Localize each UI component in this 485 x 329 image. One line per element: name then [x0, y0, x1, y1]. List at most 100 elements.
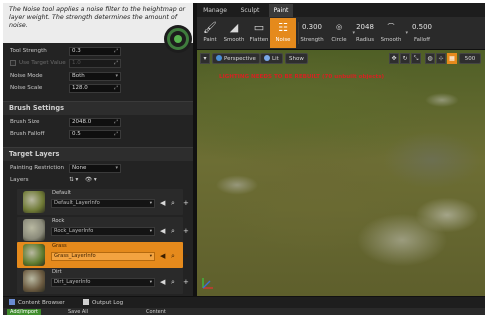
falloff-control[interactable]: 0.500 Falloff — [409, 18, 435, 43]
use-target-value-field: 1.0 ⤢ — [69, 59, 121, 68]
spin-arrow-icon: ⤢ — [113, 85, 118, 91]
show-label: Show — [289, 56, 304, 62]
target-layers-header[interactable]: Target Layers — [3, 147, 193, 161]
layer-thumbnail — [23, 270, 45, 292]
noise-icon: ☷ — [278, 21, 288, 34]
noise-tool-button[interactable]: ☷ Noise — [270, 18, 296, 48]
strength-label: Strength — [300, 37, 324, 43]
painting-restriction-row: Painting Restriction None ▾ — [3, 163, 193, 174]
use-selected-asset-icon[interactable]: ◀ — [160, 252, 165, 260]
perspective-button[interactable]: Perspective — [212, 53, 260, 64]
bottom-dock-tabs: Content Browser Output Log — [3, 296, 485, 308]
layer-info-value: Dirt_LayerInfo — [54, 279, 91, 285]
chevron-down-icon: ▾ — [149, 201, 152, 206]
surface-snap-icon[interactable]: ⊹ — [436, 53, 446, 64]
layer-item[interactable]: Rock Rock_LayerInfo ▾ ◀ ⌕ + — [17, 217, 189, 243]
radius-label: Radius — [355, 37, 375, 43]
layer-info-dropdown[interactable]: Rock_LayerInfo ▾ — [51, 227, 155, 236]
add-layer-info-icon[interactable]: + — [183, 252, 189, 260]
brush-falloff-field[interactable]: 0.5 ⤢ — [69, 130, 121, 139]
translate-icon[interactable]: ✥ — [389, 53, 399, 64]
layer-item[interactable]: Dirt Dirt_LayerInfo ▾ ◀ ⌕ + — [17, 268, 189, 294]
flatten-tool-button[interactable]: ▭ Flatten — [246, 18, 272, 48]
add-layer-info-icon[interactable]: + — [183, 227, 189, 235]
radius-control[interactable]: 2048 Radius — [354, 18, 376, 43]
browse-asset-icon[interactable]: ⌕ — [171, 199, 175, 207]
noise-mode-value: Both — [72, 73, 85, 79]
paint-tools-toolbar: 🖌 Paint ◢ Smooth ▭ Flatten ☷ Noise 0.300 Stre… — [197, 17, 485, 50]
layer-thumbnail — [23, 244, 45, 266]
strength-control[interactable]: 0.300 Strength — [299, 18, 325, 43]
layer-info-dropdown[interactable]: Dirt_LayerInfo ▾ — [51, 278, 155, 287]
layer-name: Default — [52, 190, 71, 196]
brush-settings-header[interactable]: Brush Settings — [3, 101, 193, 115]
use-selected-asset-icon[interactable]: ◀ — [160, 199, 165, 207]
sort-layers-icon[interactable]: ⇅ ▾ — [69, 175, 78, 186]
camera-icon — [216, 55, 222, 61]
radius-value: 2048 — [356, 23, 374, 31]
smooth-falloff-control[interactable]: ⌒ Smooth ▾ — [379, 18, 408, 43]
noise-mode-row: Noise Mode Both ▾ — [3, 71, 193, 82]
world-icon[interactable]: ◍ — [425, 53, 435, 64]
noise-mode-label: Noise Mode — [10, 73, 43, 79]
browse-asset-icon[interactable]: ⌕ — [171, 278, 175, 286]
chevron-down-icon: ▾ — [149, 280, 152, 285]
add-layer-info-icon[interactable]: + — [183, 199, 189, 207]
noise-mode-dropdown[interactable]: Both ▾ — [69, 72, 121, 81]
use-target-value-checkbox[interactable] — [10, 60, 16, 66]
layer-info-dropdown[interactable]: Grass_LayerInfo ▾ — [51, 252, 155, 261]
use-target-value-value: 1.0 — [72, 60, 81, 66]
noise-scale-value: 128.0 — [72, 85, 88, 91]
add-import-button[interactable]: Add/Import — [7, 309, 41, 315]
layer-thumbnail — [23, 191, 45, 213]
scale-icon[interactable]: ⤡ — [411, 53, 421, 64]
spin-arrow-icon: ⤢ — [113, 60, 118, 66]
tab-sculpt[interactable]: Sculpt — [237, 4, 263, 17]
layer-item[interactable]: Default Default_LayerInfo ▾ ◀ ⌕ + — [17, 189, 189, 215]
save-all-button[interactable]: Save All — [65, 309, 91, 315]
output-log-icon — [83, 299, 89, 305]
brush-size-row: Brush Size 2048.0 ⤢ — [3, 117, 193, 128]
brush-falloff-value: 0.5 — [72, 131, 81, 137]
brush-size-field[interactable]: 2048.0 ⤢ — [69, 118, 121, 127]
spin-arrow-icon: ⤢ — [113, 48, 118, 54]
paint-tool-button[interactable]: 🖌 Paint — [197, 18, 223, 48]
smooth-tool-button[interactable]: ◢ Smooth — [221, 18, 247, 48]
lit-button[interactable]: Lit — [260, 53, 283, 64]
brush-size-label: Brush Size — [10, 119, 40, 125]
grid-snap-icon[interactable]: ▦ — [447, 53, 457, 64]
chevron-down-icon: ▾ — [405, 30, 408, 36]
smooth-falloff-label: Smooth — [380, 37, 402, 43]
flatten-icon: ▭ — [253, 21, 265, 34]
noise-scale-field[interactable]: 128.0 ⤢ — [69, 84, 121, 93]
brush-icon: 🖌 — [203, 21, 217, 34]
use-selected-asset-icon[interactable]: ◀ — [160, 227, 165, 235]
layer-info-dropdown[interactable]: Default_LayerInfo ▾ — [51, 199, 155, 208]
visibility-eye-icon[interactable]: 👁 ▾ — [85, 175, 97, 186]
tool-strength-field[interactable]: 0.3 ⤢ — [69, 47, 121, 56]
layer-info-value: Rock_LayerInfo — [54, 228, 94, 234]
tab-paint[interactable]: Paint — [269, 4, 293, 17]
browse-asset-icon[interactable]: ⌕ — [171, 227, 175, 235]
show-button[interactable]: Show — [285, 53, 308, 64]
chevron-down-icon: ▾ — [115, 73, 118, 79]
browse-asset-icon[interactable]: ⌕ — [171, 252, 175, 260]
layer-name: Dirt — [52, 269, 62, 275]
tab-manage[interactable]: Manage — [201, 4, 229, 17]
use-selected-asset-icon[interactable]: ◀ — [160, 278, 165, 286]
output-log-label: Output Log — [92, 300, 124, 306]
viewport-menu-icon[interactable]: ▾ — [200, 53, 210, 64]
content-browser-icon — [9, 299, 15, 305]
grid-snap-value[interactable]: 500 — [459, 53, 481, 64]
layer-item[interactable]: Grass Grass_LayerInfo ▾ ◀ ⌕ + — [17, 242, 189, 268]
circle-brush-control[interactable]: ◎ Circle ▾ — [328, 18, 355, 43]
axis-gizmo-icon — [202, 278, 213, 289]
content-path-button[interactable]: Content — [143, 309, 169, 315]
painting-restriction-dropdown[interactable]: None ▾ — [69, 164, 121, 173]
add-layer-info-icon[interactable]: + — [183, 278, 189, 286]
grid-snap-label: 500 — [464, 56, 476, 62]
level-viewport[interactable]: ▾ Perspective Lit Show ✥ ↻ ⤡ ◍ ⊹ ▦ 500 L… — [197, 50, 485, 296]
brush-falloff-label: Brush Falloff — [10, 131, 45, 137]
rotate-icon[interactable]: ↻ — [400, 53, 410, 64]
sphere-icon — [264, 55, 270, 61]
